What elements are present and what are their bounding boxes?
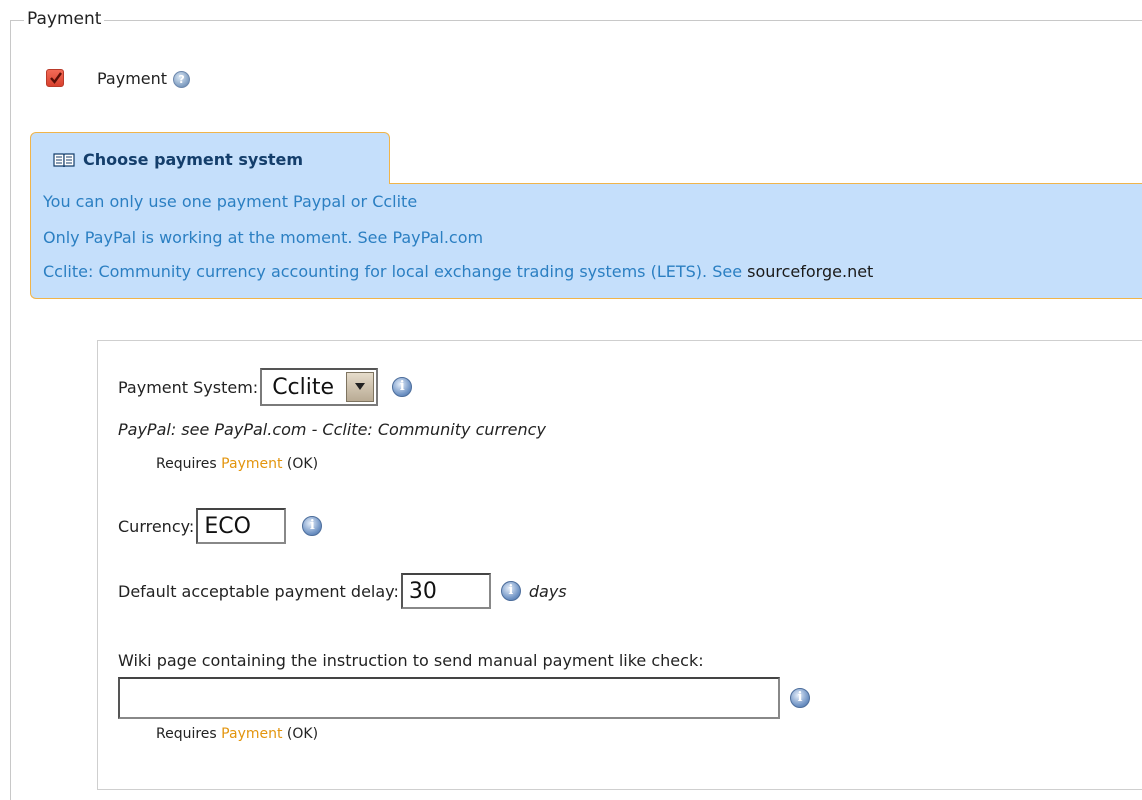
checkmark-icon bbox=[50, 72, 62, 84]
remark-line-2: Only PayPal is working at the moment. Se… bbox=[43, 228, 484, 247]
dropdown-arrow-icon[interactable] bbox=[346, 372, 375, 402]
payment-system-value: Cclite bbox=[272, 374, 335, 400]
payment-label: Payment bbox=[97, 68, 168, 88]
payment-delay-unit: days bbox=[528, 581, 567, 601]
payment-preference-row: Payment ? bbox=[46, 66, 191, 90]
payment-system-label: Payment System: bbox=[118, 377, 259, 397]
remarks-tab: Choose payment system bbox=[30, 132, 390, 184]
payment-delay-label: Default acceptable payment delay: bbox=[118, 581, 399, 601]
manual-payment-input[interactable] bbox=[118, 677, 780, 719]
payment-system-description: PayPal: see PayPal.com - Cclite: Communi… bbox=[118, 420, 546, 439]
manual-payment-info-icon[interactable]: i bbox=[790, 688, 810, 708]
currency-row: Currency: i bbox=[118, 508, 323, 544]
payment-delay-row: Default acceptable payment delay: i days bbox=[118, 573, 567, 609]
remark-line-3: Cclite: Community currency accounting fo… bbox=[43, 262, 873, 281]
manual-payment-row: i bbox=[118, 677, 810, 719]
remark-line-3-text: Cclite: Community currency accounting fo… bbox=[43, 262, 748, 281]
sourceforge-link[interactable]: sourceforge.net bbox=[747, 262, 873, 281]
currency-label: Currency: bbox=[118, 516, 195, 536]
requires-status: (OK) bbox=[286, 456, 319, 472]
currency-info-icon[interactable]: i bbox=[302, 516, 323, 536]
remarks-box: You can only use one payment Paypal or C… bbox=[30, 183, 1142, 299]
payment-settings-panel: Payment System: Cclite i PayPal: see Pay… bbox=[97, 340, 1142, 790]
remarks-title: Choose payment system bbox=[53, 150, 303, 169]
payment-delay-input[interactable] bbox=[400, 573, 491, 609]
fieldset-legend: Payment bbox=[24, 9, 105, 29]
requires-payment-link[interactable]: Payment bbox=[221, 726, 282, 742]
payment-checkbox[interactable] bbox=[46, 69, 64, 87]
payment-system-row: Payment System: Cclite i bbox=[118, 368, 413, 406]
currency-input[interactable] bbox=[196, 508, 287, 544]
payment-system-requires: Requires Payment (OK) bbox=[156, 456, 318, 472]
manual-payment-label: Wiki page containing the instruction to … bbox=[118, 651, 704, 670]
payment-system-select[interactable]: Cclite bbox=[260, 368, 379, 406]
manual-payment-requires: Requires Payment (OK) bbox=[156, 726, 318, 742]
book-icon bbox=[53, 152, 75, 168]
requires-prefix: Requires bbox=[156, 456, 217, 472]
remarks-title-text: Choose payment system bbox=[83, 150, 304, 169]
payment-delay-info-icon[interactable]: i bbox=[500, 581, 521, 601]
requires-payment-link[interactable]: Payment bbox=[221, 456, 282, 472]
requires-prefix: Requires bbox=[156, 726, 217, 742]
requires-status: (OK) bbox=[286, 726, 319, 742]
payment-system-info-icon[interactable]: i bbox=[392, 377, 413, 397]
remark-line-1: You can only use one payment Paypal or C… bbox=[43, 192, 418, 211]
help-icon[interactable]: ? bbox=[173, 70, 191, 88]
